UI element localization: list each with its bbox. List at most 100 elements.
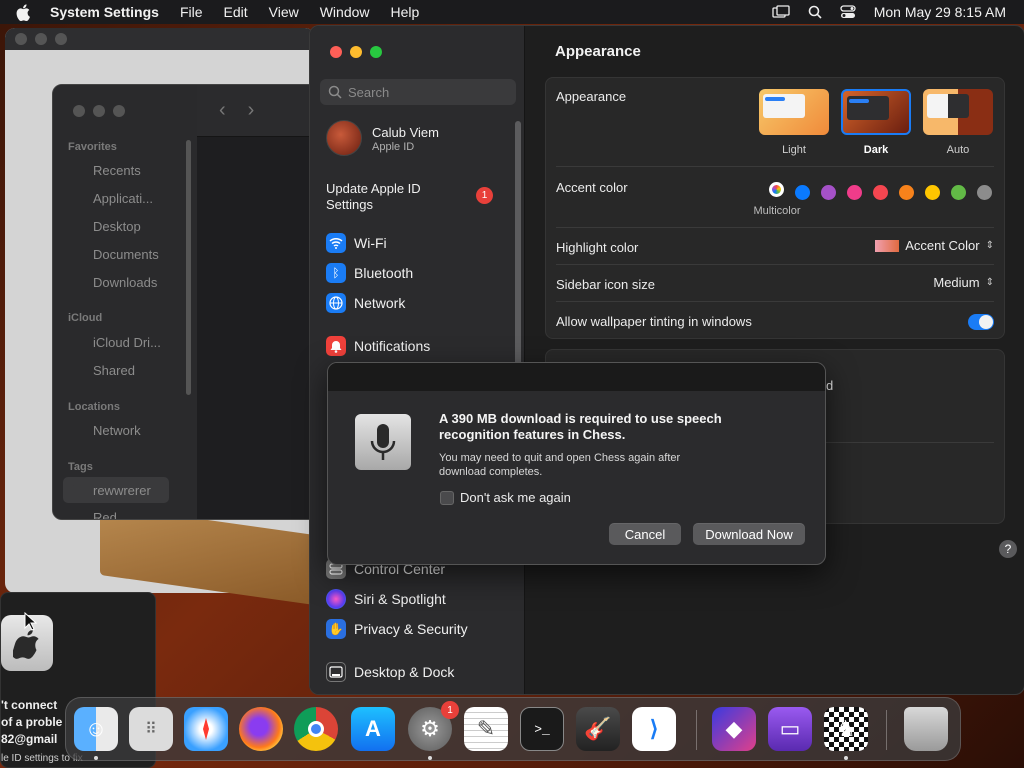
background-window-titlebar [5, 28, 315, 50]
sidebar-item-label: Bluetooth [354, 265, 414, 281]
menu-help[interactable]: Help [391, 4, 420, 20]
help-button[interactable]: ? [999, 540, 1017, 558]
storage-app-icon[interactable]: ▭ [768, 707, 812, 751]
toggle-knob [979, 315, 993, 329]
menu-edit[interactable]: Edit [224, 4, 248, 20]
partially-hidden-text: d [826, 378, 834, 393]
menu-bar: System Settings File Edit View Window He… [0, 0, 1024, 24]
spotlight-search-icon[interactable] [808, 5, 822, 19]
finder-item-network[interactable]: Network [93, 423, 141, 438]
accent-red-swatch[interactable] [873, 185, 888, 200]
chess-app-icon[interactable]: ♞ [824, 707, 868, 751]
update-badge: 1 [476, 187, 493, 204]
notification-line: 82@gmail [1, 732, 58, 746]
finder-minimize-dot[interactable] [93, 105, 105, 117]
microphone-icon [355, 414, 411, 470]
settings-dock-badge: 1 [441, 701, 459, 719]
textedit-app-icon[interactable]: ✎ [464, 707, 508, 751]
accent-green-swatch[interactable] [951, 185, 966, 200]
user-name[interactable]: Calub Viem [372, 125, 439, 140]
accent-caption: Multicolor [753, 205, 801, 217]
dont-ask-checkbox[interactable] [440, 491, 454, 505]
updown-chevron-icon: ⇕ [985, 277, 994, 288]
finder-item-icloud-drive[interactable]: iCloud Dri... [93, 335, 161, 350]
forward-chevron-icon[interactable]: › [248, 99, 255, 122]
finder-item-desktop[interactable]: Desktop [93, 219, 141, 234]
menu-window[interactable]: Window [320, 4, 370, 20]
control-center-icon[interactable] [840, 5, 856, 19]
finder-sidebar-scrollbar[interactable] [186, 140, 191, 395]
sidebar-item-siri-spotlight[interactable]: Siri & Spotlight [326, 589, 446, 609]
cancel-button[interactable]: Cancel [609, 523, 681, 545]
globe-icon [326, 293, 346, 313]
menu-view[interactable]: View [269, 4, 299, 20]
chrome-app-icon[interactable] [294, 707, 338, 751]
finder-app-icon[interactable]: ☺ [74, 707, 118, 751]
wifi-icon [326, 233, 346, 253]
sidebar-icon-size-popup[interactable]: Medium ⇕ [933, 275, 994, 290]
finder-tag-red[interactable]: Red [93, 510, 117, 519]
sidebar-item-desktop-dock[interactable]: Desktop & Dock [326, 662, 454, 682]
accent-graphite-swatch[interactable] [977, 185, 992, 200]
dialog-titlebar [328, 363, 825, 391]
finder-item-applications[interactable]: Applicati... [93, 191, 153, 206]
appearance-auto-label: Auto [946, 144, 970, 156]
firefox-app-icon[interactable] [239, 707, 283, 751]
wallpaper-tinting-label: Allow wallpaper tinting in windows [556, 314, 752, 329]
accent-blue-swatch[interactable] [795, 185, 810, 200]
sidebar-item-label: Notifications [354, 338, 431, 354]
mouse-cursor-icon [24, 611, 38, 637]
highlight-color-popup[interactable]: Accent Color ⇕ [875, 238, 994, 253]
icloud-header: iCloud [68, 312, 103, 324]
appearance-auto-option[interactable] [923, 89, 993, 135]
accent-multicolor-swatch[interactable] [769, 182, 784, 197]
finder-close-dot[interactable] [73, 105, 85, 117]
download-now-button[interactable]: Download Now [693, 523, 805, 545]
accent-purple-swatch[interactable] [821, 185, 836, 200]
clock[interactable]: Mon May 29 8:15 AM [874, 4, 1006, 20]
apple-menu-icon[interactable] [16, 2, 36, 22]
close-button[interactable] [330, 46, 342, 58]
app-store-app-icon[interactable]: A [351, 707, 395, 751]
sidebar-item-wifi[interactable]: Wi-Fi [326, 233, 387, 253]
search-placeholder: Search [348, 84, 390, 100]
avatar[interactable] [326, 120, 362, 156]
minimize-button[interactable] [350, 46, 362, 58]
trash-icon[interactable] [904, 707, 948, 751]
finder-item-recents[interactable]: Recents [93, 163, 141, 178]
finder-item-documents[interactable]: Documents [93, 247, 159, 262]
finder-zoom-dot[interactable] [113, 105, 125, 117]
update-apple-id-item[interactable]: Update Apple ID Settings [326, 181, 446, 213]
garageband-app-icon[interactable]: 🎸 [576, 707, 620, 751]
appearance-light-option[interactable] [759, 89, 829, 135]
search-icon [328, 85, 342, 99]
accent-pink-swatch[interactable] [847, 185, 862, 200]
search-field[interactable]: Search [320, 79, 516, 105]
menu-file[interactable]: File [180, 4, 203, 20]
accent-yellow-swatch[interactable] [925, 185, 940, 200]
launchpad-app-icon[interactable]: ⠿ [129, 707, 173, 751]
appearance-dark-option[interactable] [841, 89, 911, 135]
sidebar-item-network[interactable]: Network [326, 293, 405, 313]
wallpaper-tinting-toggle[interactable] [968, 314, 994, 330]
screen-mirroring-icon[interactable] [772, 5, 790, 19]
sidebar-item-notifications[interactable]: Notifications [326, 336, 430, 356]
bell-icon [326, 336, 346, 356]
finder-item-downloads[interactable]: Downloads [93, 275, 157, 290]
back-chevron-icon[interactable]: ‹ [219, 99, 226, 122]
dock-divider [886, 710, 887, 750]
running-indicator [844, 756, 848, 760]
sidebar-item-bluetooth[interactable]: ᛒ Bluetooth [326, 263, 413, 283]
sidebar-scrollbar[interactable] [515, 121, 521, 366]
vscode-app-icon[interactable]: ⟩ [632, 707, 676, 751]
accent-orange-swatch[interactable] [899, 185, 914, 200]
safari-app-icon[interactable] [184, 707, 228, 751]
finder-item-shared[interactable]: Shared [93, 363, 135, 378]
app-menu[interactable]: System Settings [50, 4, 159, 20]
zoom-button[interactable] [370, 46, 382, 58]
terminal-app-icon[interactable]: >_ [520, 707, 564, 751]
sidebar-item-privacy-security[interactable]: ✋ Privacy & Security [326, 619, 468, 639]
finder-tag-rewwrerer[interactable]: rewwrerer [93, 483, 151, 498]
shortcuts-app-icon[interactable]: ◆ [712, 707, 756, 751]
dont-ask-label[interactable]: Don't ask me again [460, 490, 571, 505]
